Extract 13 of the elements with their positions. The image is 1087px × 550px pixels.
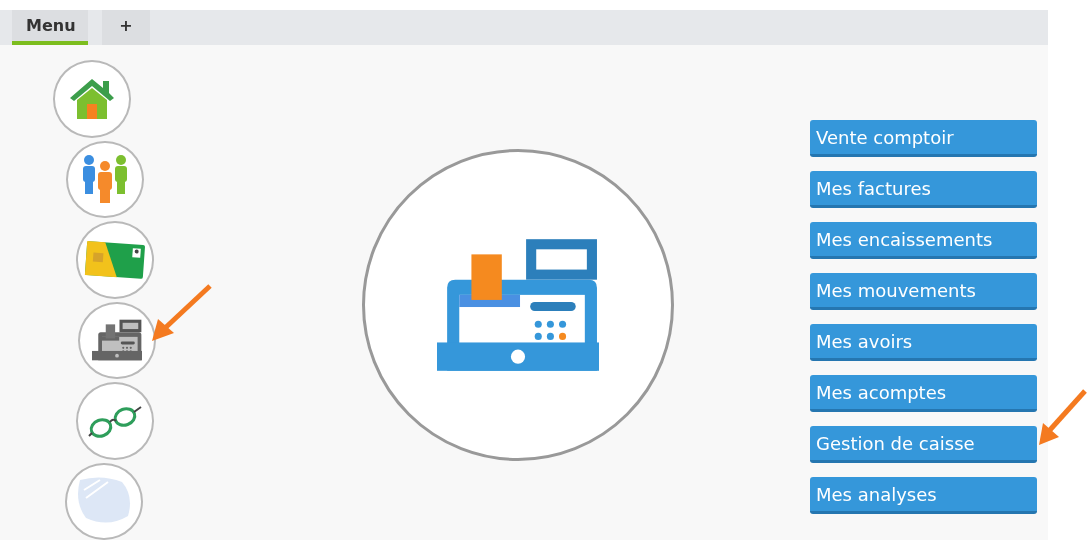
tab[interactable]: Menu xyxy=(12,10,88,45)
menu-button[interactable]: Mes mouvements xyxy=(810,273,1037,310)
menu-button[interactable]: Mes avoirs xyxy=(810,324,1037,361)
menu-button[interactable]: Mes factures xyxy=(810,171,1037,208)
arrow-annotation xyxy=(1037,389,1087,447)
menu-button[interactable]: Mes encaissements xyxy=(810,222,1037,259)
menu-button[interactable]: Mes analyses xyxy=(810,477,1037,514)
menu-button[interactable]: Gestion de caisse xyxy=(810,426,1037,463)
cash-register-icon xyxy=(92,319,142,362)
menu-button[interactable]: Vente comptoir xyxy=(810,120,1037,157)
tab[interactable]: + xyxy=(102,10,150,45)
menu-button[interactable]: Mes acomptes xyxy=(810,375,1037,412)
health-card-icon xyxy=(84,238,146,281)
